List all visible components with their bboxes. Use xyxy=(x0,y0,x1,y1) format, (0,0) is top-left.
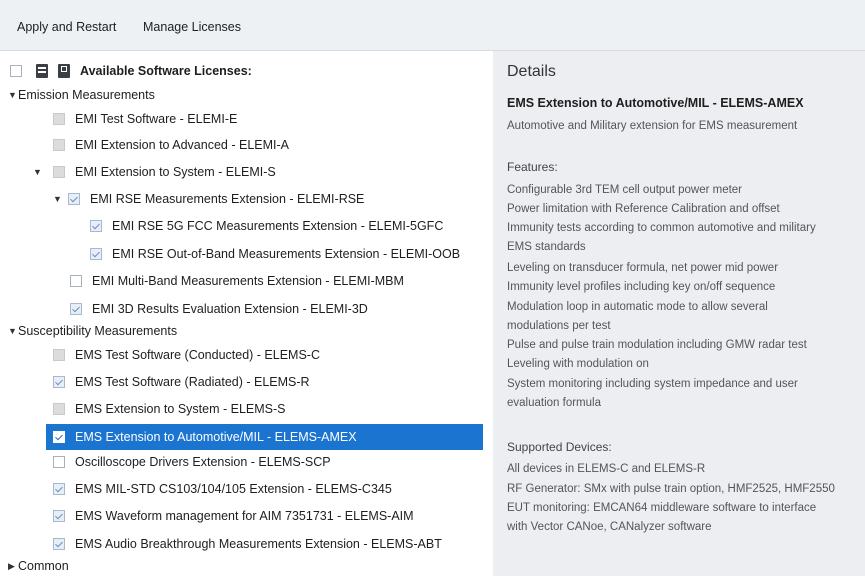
device-line: RF Generator: SMx with pulse train optio… xyxy=(507,483,835,495)
tree-item-label: EMS Test Software (Radiated) - ELEMS-R xyxy=(75,375,310,389)
tree-item-label: EMI Extension to Advanced - ELEMI-A xyxy=(75,138,289,152)
tree-group-common[interactable]: ▶ Common xyxy=(8,555,69,577)
license-checkbox xyxy=(90,220,102,232)
tree-group-susceptibility[interactable]: ▼ Susceptibility Measurements xyxy=(8,320,177,342)
license-checkbox xyxy=(53,166,65,178)
license-checkbox xyxy=(53,139,65,151)
tree-item-label: Oscilloscope Drivers Extension - ELEMS-S… xyxy=(75,455,331,469)
license-checkbox xyxy=(53,403,65,415)
feature-line: EMS standards xyxy=(507,241,586,253)
license-checkbox xyxy=(53,349,65,361)
license-checkbox xyxy=(53,456,65,468)
apply-and-restart-button[interactable]: Apply and Restart xyxy=(17,20,116,34)
tree-group-label: Common xyxy=(18,559,69,573)
expand-arrow-icon[interactable]: ▼ xyxy=(33,167,43,177)
tree-item-label: EMS Extension to Automotive/MIL - ELEMS-… xyxy=(75,430,357,444)
license-checkbox xyxy=(53,483,65,495)
tree-item-elems-amex[interactable]: EMS Extension to Automotive/MIL - ELEMS-… xyxy=(46,424,483,450)
tree-item-elems-s[interactable]: EMS Extension to System - ELEMS-S xyxy=(53,398,286,420)
toolbar: Apply and Restart Manage Licenses xyxy=(0,0,865,51)
features-heading: Features: xyxy=(507,160,558,174)
available-licenses-title: Available Software Licenses: xyxy=(80,64,252,78)
details-description: Automotive and Military extension for EM… xyxy=(507,120,798,132)
feature-line: Pulse and pulse train modulation includi… xyxy=(507,339,807,351)
details-heading: Details xyxy=(507,63,556,80)
tree-item-elemi-oob[interactable]: EMI RSE Out-of-Band Measurements Extensi… xyxy=(90,243,460,265)
tree-item-elemi-s[interactable]: ▼ EMI Extension to System - ELEMI-S xyxy=(33,161,276,183)
feature-line: System monitoring including system imped… xyxy=(507,378,798,390)
tree-item-label: EMI RSE Measurements Extension - ELEMI-R… xyxy=(90,192,365,206)
device-line: All devices in ELEMS-C and ELEMS-R xyxy=(507,463,706,475)
tree-item-elems-scp[interactable]: Oscilloscope Drivers Extension - ELEMS-S… xyxy=(53,451,331,473)
tree-item-elemi-5gfc[interactable]: EMI RSE 5G FCC Measurements Extension - … xyxy=(90,215,443,237)
manage-licenses-button[interactable]: Manage Licenses xyxy=(143,20,241,34)
tree-item-elems-abt[interactable]: EMS Audio Breakthrough Measurements Exte… xyxy=(53,533,442,555)
tree-item-label: EMI RSE Out-of-Band Measurements Extensi… xyxy=(112,247,461,261)
feature-line: Immunity level profiles including key on… xyxy=(507,281,776,293)
tree-item-label: EMI 3D Results Evaluation Extension - EL… xyxy=(92,302,368,316)
license-checkbox xyxy=(53,510,65,522)
collapse-arrow-icon[interactable]: ▶ xyxy=(8,561,18,572)
tree-item-elemi-e[interactable]: EMI Test Software - ELEMI-E xyxy=(53,108,237,130)
feature-line: evaluation formula xyxy=(507,397,601,409)
expand-all-icon[interactable] xyxy=(58,64,70,78)
tree-item-label: EMS Extension to System - ELEMS-S xyxy=(75,402,286,416)
tree-item-label: EMI Test Software - ELEMI-E xyxy=(75,112,238,126)
device-line: with Vector CANoe, CANalyzer software xyxy=(507,521,712,533)
license-checkbox xyxy=(53,431,65,443)
feature-line: Immunity tests according to common autom… xyxy=(507,222,816,234)
feature-line: modulations per test xyxy=(507,320,611,332)
license-checkbox xyxy=(53,376,65,388)
tree-item-elemi-3d[interactable]: EMI 3D Results Evaluation Extension - EL… xyxy=(70,298,368,320)
tree-header: Available Software Licenses: xyxy=(10,61,252,81)
tree-item-label: EMI RSE 5G FCC Measurements Extension - … xyxy=(112,219,444,233)
supported-devices-heading: Supported Devices: xyxy=(507,440,612,454)
tree-item-label: EMI Extension to System - ELEMI-S xyxy=(75,165,276,179)
tree-item-label: EMS Waveform management for AIM 7351731 … xyxy=(75,509,414,523)
feature-line: Leveling on transducer formula, net powe… xyxy=(507,262,779,274)
expand-arrow-icon[interactable]: ▼ xyxy=(8,90,18,100)
license-checkbox xyxy=(53,113,65,125)
tree-item-label: EMS Test Software (Conducted) - ELEMS-C xyxy=(75,348,320,362)
expand-arrow-icon[interactable]: ▼ xyxy=(8,326,18,336)
license-checkbox xyxy=(53,538,65,550)
tree-item-label: EMS MIL-STD CS103/104/105 Extension - EL… xyxy=(75,482,392,496)
select-all-checkbox[interactable] xyxy=(10,65,22,77)
tree-item-elems-c345[interactable]: EMS MIL-STD CS103/104/105 Extension - EL… xyxy=(53,478,392,500)
license-checkbox xyxy=(70,303,82,315)
tree-item-elems-aim[interactable]: EMS Waveform management for AIM 7351731 … xyxy=(53,505,414,527)
license-checkbox xyxy=(70,275,82,287)
feature-line: Leveling with modulation on xyxy=(507,358,649,370)
collapse-all-icon[interactable] xyxy=(36,64,48,78)
tree-group-label: Emission Measurements xyxy=(18,88,155,102)
feature-line: Power limitation with Reference Calibrat… xyxy=(507,203,780,215)
feature-line: Configurable 3rd TEM cell output power m… xyxy=(507,184,743,196)
tree-item-elemi-rse[interactable]: ▼ EMI RSE Measurements Extension - ELEMI… xyxy=(53,188,364,210)
tree-item-elems-r[interactable]: EMS Test Software (Radiated) - ELEMS-R xyxy=(53,371,310,393)
tree-item-elems-c[interactable]: EMS Test Software (Conducted) - ELEMS-C xyxy=(53,344,320,366)
feature-line: Modulation loop in automatic mode to all… xyxy=(507,301,768,313)
tree-item-elemi-mbm[interactable]: EMI Multi-Band Measurements Extension - … xyxy=(70,270,404,292)
tree-group-label: Susceptibility Measurements xyxy=(18,324,178,338)
expand-arrow-icon[interactable]: ▼ xyxy=(53,194,63,204)
tree-item-label: EMI Multi-Band Measurements Extension - … xyxy=(92,274,404,288)
tree-group-emission[interactable]: ▼ Emission Measurements xyxy=(8,84,155,106)
details-product-title: EMS Extension to Automotive/MIL - ELEMS-… xyxy=(507,96,804,110)
device-line: EUT monitoring: EMCAN64 middleware softw… xyxy=(507,502,817,514)
tree-item-elemi-a[interactable]: EMI Extension to Advanced - ELEMI-A xyxy=(53,134,289,156)
tree-item-label: EMS Audio Breakthrough Measurements Exte… xyxy=(75,537,442,551)
license-checkbox xyxy=(68,193,80,205)
license-checkbox xyxy=(90,248,102,260)
